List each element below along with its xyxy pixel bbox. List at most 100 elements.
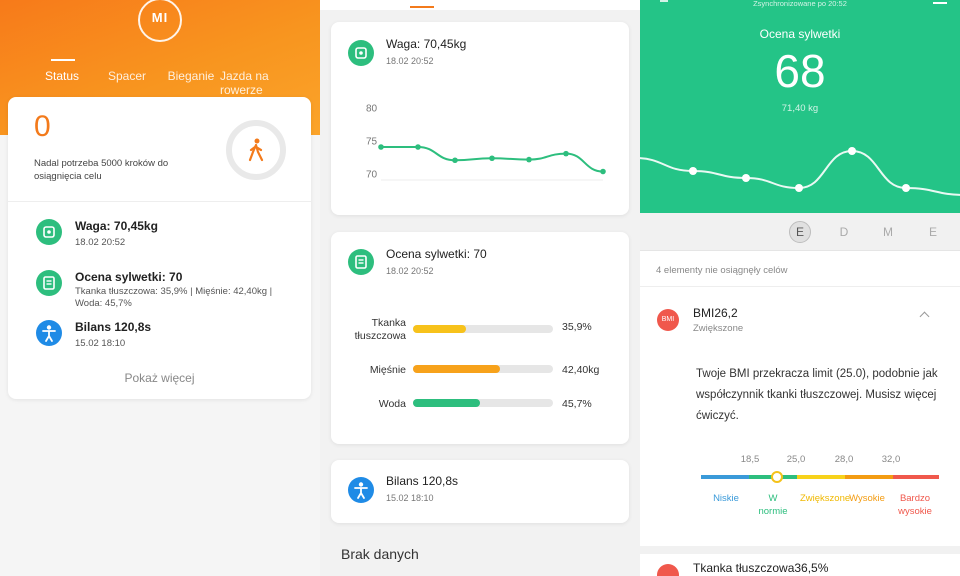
- list-item-body-score[interactable]: Ocena sylwetki: 70 Tkanka tłuszczowa: 35…: [36, 270, 296, 310]
- score-header: Zsynchronizowane po 20:52 Ocena sylwetki…: [640, 0, 960, 213]
- balance-date: 15.02 18:10: [75, 338, 126, 349]
- tab-status[interactable]: Status: [38, 69, 86, 83]
- tab-bieganie[interactable]: Bieganie: [163, 69, 219, 83]
- score-data-point[interactable]: [848, 147, 856, 155]
- bmi-scale-high: [845, 475, 893, 479]
- range-button-m[interactable]: M: [877, 221, 899, 243]
- weight-y-tick: 80: [366, 103, 378, 114]
- range-button-d[interactable]: D: [833, 221, 855, 243]
- weight-y-tick: 70: [366, 170, 378, 181]
- balance-card-date: 15.02 18:10: [386, 493, 434, 503]
- bmi-scale-value-4: 32,0: [881, 454, 901, 465]
- weight-card-title: Waga: 70,45kg: [386, 37, 467, 51]
- weight-y-tick: 75: [366, 136, 378, 147]
- show-more-button[interactable]: Pokaż więcej: [8, 371, 311, 385]
- body-score-details: Tkanka tłuszczowa: 35,9% | Mięśnie: 42,4…: [75, 286, 273, 309]
- score-data-point[interactable]: [689, 167, 697, 175]
- mi-logo: MI: [138, 0, 182, 42]
- fat-item-title[interactable]: Tkanka tłuszczowa36,5%: [693, 561, 828, 575]
- bmi-scale-elevated: [797, 475, 845, 479]
- fat-value: 35,9%: [562, 321, 592, 333]
- person-icon: [348, 477, 374, 503]
- balance-card[interactable]: Bilans 120,8s 15.02 18:10: [331, 460, 629, 523]
- list-item-balance[interactable]: Bilans 120,8s 15.02 18:10: [36, 320, 296, 350]
- bmi-status: Zwiększone: [693, 323, 744, 334]
- range-button-e2[interactable]: E: [922, 221, 944, 243]
- bmi-label-low: Niskie: [713, 493, 739, 504]
- steps-goal-message: Nadal potrzeba 5000 kroków do osiągnięci…: [34, 158, 169, 182]
- bmi-label-elevated: Zwiększone: [800, 493, 851, 504]
- weight-data-point[interactable]: [489, 155, 495, 162]
- bmi-scale-value-1: 18,5: [740, 454, 760, 465]
- body-score-icon: [348, 249, 374, 275]
- person-icon: [36, 320, 62, 346]
- card-divider: [8, 201, 311, 202]
- body-score-detail-panel: Zsynchronizowane po 20:52 Ocena sylwetki…: [640, 0, 960, 576]
- bmi-marker: [771, 471, 784, 483]
- scale-icon: [36, 219, 62, 245]
- fat-bar-fill: [413, 325, 467, 333]
- bmi-label-high: Wysokie: [849, 493, 885, 504]
- weight-line-chart: 80 75 70: [366, 103, 606, 181]
- active-tab-indicator: [410, 6, 434, 8]
- chevron-up-icon[interactable]: [919, 311, 930, 322]
- divider: [640, 286, 960, 287]
- body-score-icon: [36, 270, 62, 296]
- water-value: 45,7%: [562, 398, 592, 410]
- score-trend-chart: [640, 147, 960, 196]
- bmi-title[interactable]: BMI26,2: [693, 306, 738, 320]
- fat-label: Tkanka tłuszczowa: [354, 317, 406, 342]
- weight-card-date: 18.02 20:52: [386, 56, 434, 66]
- score-label: Ocena sylwetki: [759, 27, 841, 41]
- status-card: 0 Nadal potrzeba 5000 kroków do osiągnię…: [8, 97, 311, 399]
- steps-progress-ring[interactable]: [226, 120, 286, 180]
- weight-data-point[interactable]: [563, 150, 569, 157]
- muscle-label: Mięśnie: [369, 364, 406, 376]
- menu-icon[interactable]: [933, 0, 947, 4]
- score-data-point[interactable]: [795, 184, 803, 192]
- weight-data-point[interactable]: [526, 156, 532, 163]
- section-gap: [640, 546, 960, 554]
- sync-status: Zsynchronizowane po 20:52: [753, 0, 847, 8]
- weight-card[interactable]: Waga: 70,45kg 18.02 20:52 80 75 70: [331, 22, 629, 215]
- weight-data-point[interactable]: [600, 168, 606, 175]
- fat-badge: [657, 564, 679, 576]
- bmi-scale-very-high: [893, 475, 939, 479]
- active-tab-indicator: [51, 59, 75, 61]
- bmi-scale-low: [701, 475, 749, 479]
- muscle-bar-track: [413, 365, 553, 373]
- body-score-card-title: Ocena sylwetki: 70: [386, 247, 487, 261]
- score-value: 68: [774, 45, 826, 97]
- walking-person-icon: [248, 138, 264, 162]
- weight-title: Waga: 70,45kg: [75, 219, 158, 233]
- bmi-description: Twoje BMI przekracza limit (25.0), podob…: [696, 368, 938, 422]
- muscle-bar-fill: [413, 365, 500, 373]
- weight-data-point[interactable]: [452, 157, 458, 164]
- tab-spacer[interactable]: Spacer: [103, 69, 151, 83]
- weight-data-point[interactable]: [378, 144, 384, 150]
- score-data-point[interactable]: [902, 184, 910, 192]
- fat-bar-track: [413, 325, 553, 333]
- balance-card-title: Bilans 120,8s: [386, 474, 459, 488]
- body-score-card-date: 18.02 20:52: [386, 266, 434, 276]
- bmi-label-normal: W normie: [758, 493, 788, 517]
- bmi-scale-value-2: 25,0: [786, 454, 806, 465]
- scale-icon: [348, 40, 374, 66]
- range-button-e[interactable]: E: [789, 221, 811, 243]
- status-panel: MI Status Spacer Bieganie Jazda na rower…: [0, 0, 320, 576]
- body-score-card[interactable]: Ocena sylwetki: 70 18.02 20:52 Tkanka tł…: [331, 232, 629, 444]
- water-bar-fill: [413, 399, 481, 407]
- tab-jazda-na-rowerze[interactable]: Jazda na rowerze: [220, 69, 280, 97]
- bmi-badge: BMI: [657, 309, 679, 331]
- no-data-label: Brak danych: [341, 546, 419, 562]
- steps-count: 0: [34, 110, 51, 143]
- weight-data-point[interactable]: [415, 144, 421, 150]
- range-selector: E D M E: [640, 213, 960, 251]
- balance-title: Bilans 120,8s: [75, 320, 152, 334]
- details-panel: Waga: 70,45kg 18.02 20:52 80 75 70 Ocena s…: [320, 0, 640, 576]
- score-data-point[interactable]: [742, 174, 750, 182]
- details-top-bar: [320, 0, 640, 10]
- bmi-scale-value-3: 28,0: [834, 454, 854, 465]
- list-item-weight[interactable]: Waga: 70,45kg 18.02 20:52: [36, 219, 296, 249]
- water-bar-row: Woda 45,7%: [331, 394, 629, 424]
